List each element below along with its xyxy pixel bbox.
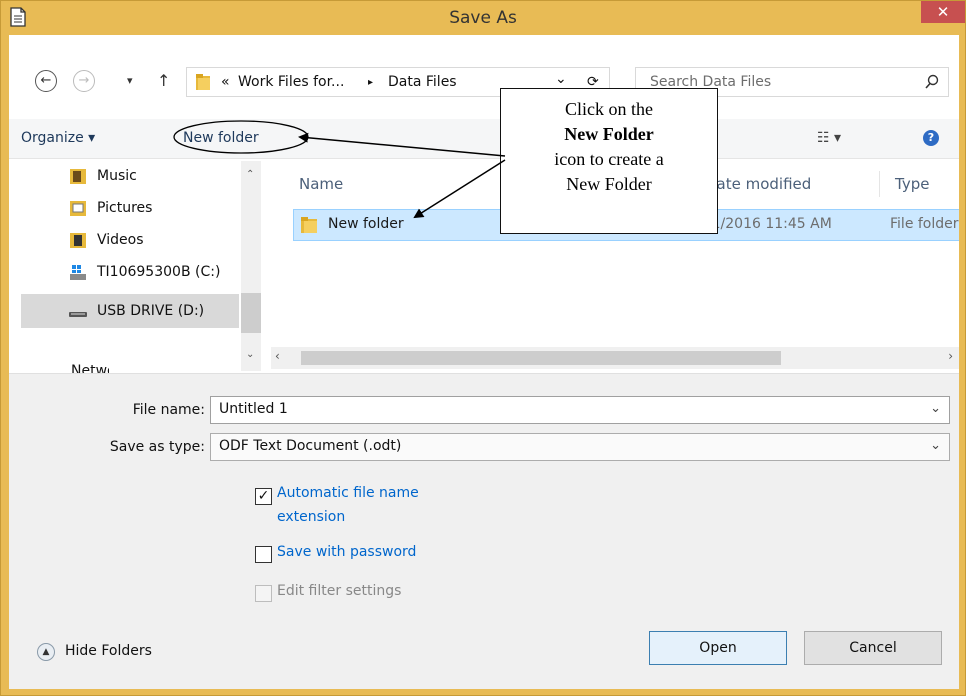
file-date: 3/1/2016 11:45 AM bbox=[698, 216, 832, 232]
search-icon[interactable] bbox=[924, 74, 940, 90]
scroll-down-arrow-icon[interactable]: ⌄ bbox=[246, 349, 254, 360]
nav-item-network-label: Network bbox=[71, 363, 109, 373]
scroll-up-arrow-icon[interactable]: ⌃ bbox=[246, 169, 254, 180]
save-as-type-select[interactable]: ODF Text Document (.odt) ⌄ bbox=[210, 433, 950, 461]
nav-item-network[interactable]: Network bbox=[51, 361, 109, 373]
up-arrow-icon[interactable]: ↑ bbox=[157, 71, 170, 90]
open-button[interactable]: Open bbox=[649, 631, 787, 665]
dialog-body: ← → ▾ ↑ « Work Files for... ▸ Data Files… bbox=[9, 35, 959, 689]
breadcrumb-overflow[interactable]: « bbox=[221, 74, 230, 90]
new-folder-button[interactable]: New folder bbox=[183, 130, 259, 146]
save-as-dialog: Save As ✕ ← → ▾ ↑ « Work Files for... ▸ … bbox=[0, 0, 966, 696]
edit-filter-settings-label: Edit filter settings bbox=[277, 583, 402, 599]
h-scroll-thumb[interactable] bbox=[301, 351, 781, 365]
column-separator bbox=[879, 171, 880, 197]
address-dropdown-icon[interactable]: ⌄ bbox=[555, 71, 567, 87]
videos-folder-icon bbox=[70, 233, 86, 248]
column-header-date[interactable]: Date modified bbox=[705, 175, 811, 193]
usb-drive-icon bbox=[69, 312, 87, 317]
music-folder-icon bbox=[70, 169, 86, 184]
recent-locations-chevron-icon[interactable]: ▾ bbox=[127, 74, 133, 87]
title-bar[interactable]: Save As ✕ bbox=[1, 1, 965, 35]
file-list-scrollbar[interactable]: ‹ › bbox=[271, 347, 959, 369]
file-name-value: Untitled 1 bbox=[219, 401, 288, 417]
save-as-type-value: ODF Text Document (.odt) bbox=[219, 438, 402, 454]
nav-scroll-thumb[interactable] bbox=[241, 293, 261, 333]
chevron-down-icon[interactable]: ⌄ bbox=[930, 438, 941, 453]
hide-folders-label: Hide Folders bbox=[65, 643, 152, 659]
automatic-extension-label-line2[interactable]: extension bbox=[277, 509, 345, 525]
edit-filter-settings-checkbox bbox=[255, 585, 272, 602]
scroll-left-arrow-icon[interactable]: ‹ bbox=[275, 349, 280, 363]
file-name: New folder bbox=[328, 216, 404, 232]
command-toolbar: Organize ▾ New folder ☷ ▾ ? bbox=[9, 119, 959, 159]
breadcrumb-separator-icon[interactable]: ▸ bbox=[368, 77, 373, 88]
callout-line-3: icon to create a bbox=[554, 149, 664, 169]
file-name-label: File name: bbox=[132, 402, 205, 418]
chevron-down-icon[interactable]: ⌄ bbox=[930, 401, 941, 416]
file-type: File folder bbox=[890, 216, 959, 232]
forward-arrow-icon[interactable]: → bbox=[73, 70, 95, 92]
callout-line-4: New Folder bbox=[566, 174, 652, 194]
instruction-callout: Click on the New Folder icon to create a… bbox=[500, 88, 718, 234]
change-view-icon[interactable]: ☷ ▾ bbox=[817, 130, 841, 146]
folder-icon bbox=[301, 217, 317, 233]
save-with-password-label[interactable]: Save with password bbox=[277, 544, 416, 560]
column-header-name[interactable]: Name bbox=[299, 175, 343, 193]
help-icon[interactable]: ? bbox=[923, 130, 939, 146]
save-with-password-checkbox[interactable] bbox=[255, 546, 272, 563]
window-title: Save As bbox=[449, 8, 517, 28]
pictures-folder-icon bbox=[70, 201, 86, 216]
breadcrumb-data-files[interactable]: Data Files bbox=[388, 74, 457, 90]
scroll-right-arrow-icon[interactable]: › bbox=[948, 349, 953, 363]
back-arrow-icon[interactable]: ← bbox=[35, 70, 57, 92]
hard-drive-icon bbox=[70, 265, 86, 280]
callout-line-1: Click on the bbox=[565, 99, 653, 119]
automatic-extension-checkbox[interactable]: ✓ bbox=[255, 488, 272, 505]
column-header-type[interactable]: Type bbox=[895, 175, 929, 193]
navigation-pane: Music Pictures Videos TI10695300B (C:) U… bbox=[9, 161, 263, 371]
nav-pane-scrollbar[interactable]: ⌃ ⌄ bbox=[241, 161, 261, 371]
callout-line-2: New Folder bbox=[564, 124, 654, 144]
collapse-up-icon: ▲ bbox=[37, 643, 55, 661]
breadcrumb-work-files[interactable]: Work Files for... bbox=[238, 74, 344, 90]
close-button[interactable]: ✕ bbox=[921, 1, 965, 23]
file-name-field[interactable]: Untitled 1 ⌄ bbox=[210, 396, 950, 424]
folder-icon bbox=[196, 74, 210, 90]
automatic-extension-label[interactable]: Automatic file name bbox=[277, 485, 419, 501]
cancel-button[interactable]: Cancel bbox=[804, 631, 942, 665]
save-as-type-label: Save as type: bbox=[109, 439, 205, 455]
organize-menu-button[interactable]: Organize ▾ bbox=[21, 130, 95, 146]
